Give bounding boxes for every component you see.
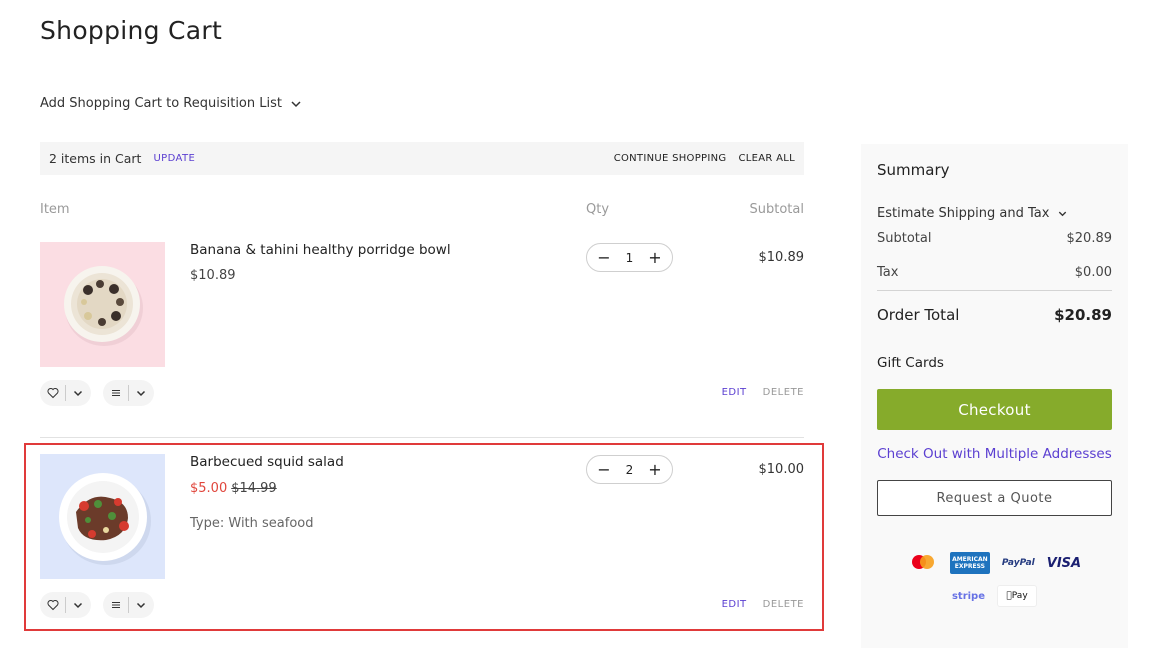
subtotal-label: Subtotal [877, 231, 932, 246]
chevron-down-icon [1059, 211, 1067, 217]
order-summary: Summary Estimate Shipping and Tax Subtot… [861, 144, 1128, 648]
page-title: Shopping Cart [40, 16, 223, 45]
multiple-addresses-link[interactable]: Check Out with Multiple Addresses [877, 446, 1112, 462]
update-cart-link[interactable]: UPDATE [153, 153, 195, 164]
cart-toolbar: 2 items in Cart UPDATE CONTINUE SHOPPING… [40, 142, 804, 175]
summary-tax-row: Tax $0.00 [877, 265, 1112, 280]
chevron-down-icon [136, 390, 146, 397]
summary-title: Summary [877, 161, 950, 179]
visa-icon: VISA [1046, 555, 1082, 571]
increase-qty-button[interactable]: + [648, 249, 662, 266]
requisition-list-label: Add Shopping Cart to Requisition List [40, 96, 282, 111]
payment-methods-row-1: AMERICAN EXPRESS PayPal VISA [877, 552, 1112, 574]
column-header-qty: Qty [586, 202, 610, 217]
clear-all-link[interactable]: CLEAR ALL [738, 153, 795, 164]
summary-subtotal-row: Subtotal $20.89 [877, 231, 1112, 246]
item-divider [40, 437, 804, 438]
decrease-qty-button[interactable]: − [597, 249, 611, 266]
mastercard-icon [911, 555, 934, 569]
requisition-list-dropdown[interactable]: Add Shopping Cart to Requisition List [40, 96, 302, 111]
requisition-dropdown[interactable] [103, 380, 154, 406]
list-icon [112, 390, 120, 396]
order-total-label: Order Total [877, 306, 960, 324]
estimate-shipping-label: Estimate Shipping and Tax [877, 206, 1050, 221]
order-total-value: $20.89 [1054, 306, 1112, 324]
subtotal-value: $20.89 [1066, 231, 1113, 246]
payment-methods-row-2: stripe Pay [877, 585, 1112, 607]
gift-cards-toggle[interactable]: Gift Cards [877, 355, 944, 371]
wishlist-dropdown[interactable] [40, 380, 91, 406]
cart-count: 2 items in Cart [49, 151, 142, 166]
apple-pay-icon: Pay [997, 585, 1038, 607]
edit-item-link[interactable]: EDIT [722, 387, 747, 398]
qty-value[interactable]: 1 [626, 251, 634, 265]
request-quote-button[interactable]: Request a Quote [877, 480, 1112, 516]
order-total-row: Order Total $20.89 [877, 306, 1112, 324]
selected-item-highlight [24, 443, 824, 631]
chevron-down-icon [73, 390, 83, 397]
column-header-subtotal: Subtotal [749, 202, 804, 217]
stripe-icon: stripe [951, 590, 986, 602]
item-subtotal: $10.89 [758, 250, 805, 265]
product-image-porridge-bowl[interactable] [40, 242, 165, 367]
item-name[interactable]: Banana & tahini healthy porridge bowl [190, 242, 451, 258]
tax-label: Tax [877, 265, 899, 280]
quantity-stepper[interactable]: − 1 + [586, 243, 673, 272]
delete-item-link[interactable]: DELETE [763, 387, 804, 398]
estimate-shipping-toggle[interactable]: Estimate Shipping and Tax [877, 206, 1068, 221]
amex-icon: AMERICAN EXPRESS [949, 552, 990, 574]
apple-pay-label: Pay [1009, 591, 1028, 601]
chevron-down-icon [291, 100, 301, 107]
tax-value: $0.00 [1074, 265, 1112, 280]
checkout-button[interactable]: Checkout [877, 389, 1112, 430]
cart-item: Banana & tahini healthy porridge bowl $1… [40, 242, 804, 412]
item-price: $10.89 [190, 268, 236, 283]
heart-icon [47, 387, 59, 399]
summary-divider [877, 290, 1112, 291]
continue-shopping-link[interactable]: CONTINUE SHOPPING [614, 153, 727, 164]
paypal-icon: PayPal [1001, 558, 1035, 568]
column-header-item: Item [40, 202, 70, 217]
